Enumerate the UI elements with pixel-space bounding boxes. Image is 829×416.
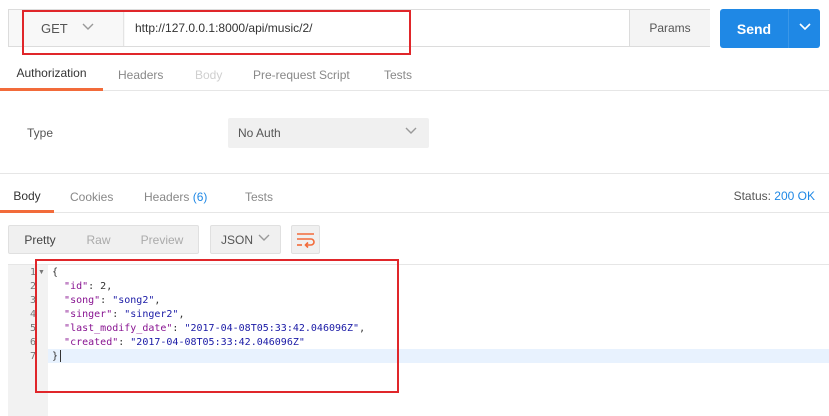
tab-label: Tests (245, 190, 274, 204)
line-number: 2 (29, 281, 36, 292)
mode-label: Preview (140, 232, 184, 247)
code-line: { (52, 266, 58, 280)
line-number: 3 (29, 295, 36, 306)
code-line: "singer": "singer2", (52, 308, 184, 322)
send-label[interactable]: Send (720, 9, 788, 48)
code-token: "song" (64, 295, 101, 306)
tab-label: Body (13, 188, 41, 203)
authorization-panel: Type No Auth (0, 92, 829, 174)
chevron-down-icon (82, 22, 94, 34)
preview-button[interactable]: Preview (126, 226, 198, 253)
line-number: 7 (29, 351, 36, 362)
chevron-down-icon (799, 23, 811, 34)
tab-label: Tests (384, 67, 413, 82)
url-text: http://127.0.0.1:8000/api/music/2/ (135, 21, 313, 35)
code-line: "song": "song2", (52, 294, 160, 308)
tab-label: Headers (118, 67, 164, 82)
send-dropdown-button[interactable] (788, 9, 821, 48)
tab-body[interactable]: Body (195, 58, 222, 91)
language-select[interactable]: JSON (210, 225, 281, 254)
tab-cookies[interactable]: Cookies (70, 181, 113, 213)
headers-count-badge: (6) (192, 190, 208, 204)
code-token: , (154, 295, 161, 306)
code-token: : (172, 323, 185, 334)
code-token: } (52, 351, 59, 362)
line-number: 6 (29, 337, 36, 348)
params-label: Params (649, 21, 691, 35)
language-value: JSON (221, 232, 254, 247)
code-token: "2017-04-08T05:33:42.046096Z" (184, 323, 360, 334)
code-token: { (52, 267, 59, 278)
line-number: 5 (29, 323, 36, 334)
tab-response-tests[interactable]: Tests (245, 181, 273, 213)
code-token: : 2, (88, 281, 113, 292)
code-token: "singer2" (124, 309, 179, 320)
request-tabs: Authorization Headers Body Pre-request S… (0, 58, 829, 91)
tab-tests[interactable]: Tests (384, 58, 412, 91)
tab-pre-request-script[interactable]: Pre-request Script (253, 58, 350, 91)
auth-type-value: No Auth (238, 126, 281, 140)
response-body-editor[interactable]: 1 2 3 4 5 6 7 ▼ { "id": 2, "song": "song2", "s… (8, 264, 829, 416)
tab-authorization[interactable]: Authorization (0, 58, 103, 91)
url-input[interactable]: http://127.0.0.1:8000/api/music/2/ (125, 10, 629, 46)
tab-label: Cookies (70, 190, 114, 204)
code-line: } (52, 350, 58, 364)
tab-label: Headers (144, 190, 190, 204)
wrap-lines-button[interactable] (291, 225, 320, 254)
code-token: : (100, 295, 113, 306)
code-token: : (118, 337, 131, 348)
raw-button[interactable]: Raw (71, 226, 126, 253)
line-number: 4 (29, 309, 36, 320)
tab-label: Authorization (16, 66, 87, 80)
tab-label: Pre-request Script (253, 67, 350, 82)
code-token: "last_modify_date" (64, 323, 173, 334)
format-mode-group: Pretty Raw Preview (8, 225, 199, 254)
method-label: GET (41, 20, 68, 36)
code-token: : (112, 309, 125, 320)
response-tabs: Body Cookies Headers (6) Tests (0, 181, 829, 213)
fold-triangle-icon[interactable]: ▼ (38, 266, 45, 280)
params-button[interactable]: Params (629, 10, 710, 46)
mode-label: Raw (86, 232, 111, 247)
request-bar: GET http://127.0.0.1:8000/api/music/2/ P… (8, 9, 710, 47)
status-label: Status: (733, 189, 771, 203)
active-line-highlight (48, 349, 829, 363)
code-token: "created" (64, 337, 119, 348)
code-token: , (178, 309, 185, 320)
code-token: "singer" (64, 309, 113, 320)
send-button[interactable]: Send (720, 9, 820, 48)
status-code: 200 OK (774, 189, 815, 203)
wrap-lines-icon (292, 233, 319, 256)
line-number: 1 (29, 267, 36, 278)
code-token: "song2" (112, 295, 155, 306)
code-line: "last_modify_date": "2017-04-08T05:33:42… (52, 322, 365, 336)
auth-type-select[interactable]: No Auth (228, 118, 429, 148)
tab-headers[interactable]: Headers (118, 58, 163, 91)
response-status: Status: 200 OK (734, 189, 815, 203)
code-line: "id": 2, (52, 280, 112, 294)
text-cursor (60, 350, 61, 362)
code-token: , (359, 323, 366, 334)
tab-response-body[interactable]: Body (0, 181, 54, 213)
method-select[interactable]: GET (9, 10, 124, 46)
code-token: "2017-04-08T05:33:42.046096Z" (130, 337, 305, 348)
tab-label: Body (195, 67, 223, 82)
chevron-down-icon (258, 233, 270, 245)
tab-response-headers[interactable]: Headers (6) (144, 181, 207, 213)
pretty-button[interactable]: Pretty (9, 226, 71, 253)
mode-label: Pretty (24, 232, 56, 247)
auth-type-label: Type (27, 126, 54, 140)
code-line: "created": "2017-04-08T05:33:42.046096Z" (52, 336, 305, 350)
code-token: "id" (64, 281, 89, 292)
chevron-down-icon (405, 126, 417, 138)
